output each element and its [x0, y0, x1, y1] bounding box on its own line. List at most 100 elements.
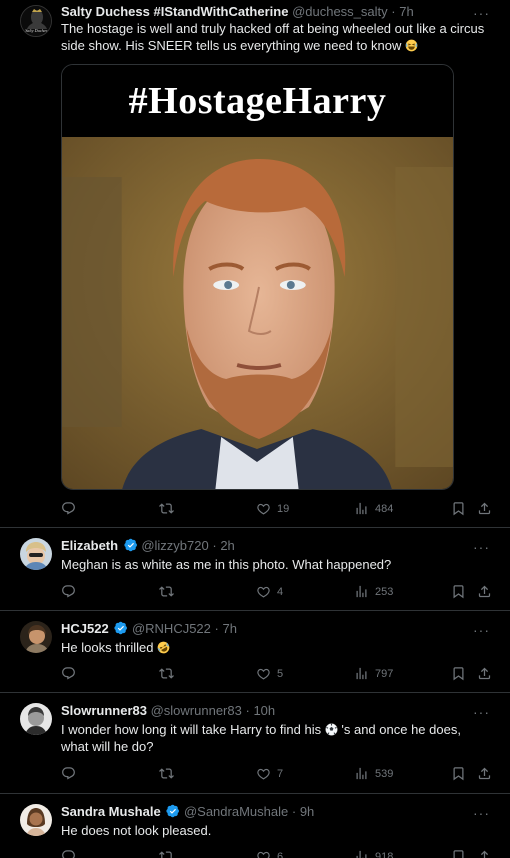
retweet-icon — [159, 501, 174, 516]
retweet-icon — [159, 584, 174, 599]
share-button[interactable] — [477, 501, 492, 516]
user-handle[interactable]: @SandraMushale — [184, 804, 288, 819]
view-count: 253 — [375, 585, 394, 598]
display-name[interactable]: Slowrunner83 — [61, 703, 147, 718]
separator-dot: · — [391, 4, 396, 19]
tweet-header: Sandra Mushale @SandraMushale · 9h — [61, 804, 470, 820]
media-banner: #HostageHarry — [62, 65, 453, 137]
verified-badge-icon — [114, 621, 128, 635]
bookmark-icon — [451, 766, 466, 781]
display-name[interactable]: Sandra Mushale — [61, 804, 161, 819]
more-icon[interactable]: ··· — [473, 6, 490, 20]
user-handle[interactable]: @RNHCJ522 — [132, 621, 211, 636]
reply-icon — [61, 766, 76, 781]
like-button[interactable]: 4 — [256, 584, 283, 599]
avatar-image — [20, 621, 52, 653]
timestamp[interactable]: 9h — [300, 804, 314, 819]
timestamp[interactable]: 7h — [399, 4, 413, 19]
avatar[interactable] — [20, 703, 52, 735]
share-button[interactable] — [477, 584, 492, 599]
reply-icon — [61, 501, 76, 516]
tweet-main[interactable]: Salty Duchess Salty Duchess #IStandWithC… — [0, 0, 510, 528]
like-button[interactable]: 5 — [256, 666, 283, 681]
view-count: 797 — [375, 667, 394, 680]
tweet-text: He does not look pleased. — [61, 823, 212, 838]
retweet-button[interactable] — [159, 501, 180, 516]
soccer-ball-emoji — [325, 723, 338, 736]
retweet-button[interactable] — [159, 584, 180, 599]
display-name[interactable]: Salty Duchess #IStandWithCatherine — [61, 4, 288, 19]
reply-tweet[interactable]: Sandra Mushale @SandraMushale · 9h ··· H… — [0, 794, 510, 858]
media-title: #HostageHarry — [128, 80, 387, 122]
views-button[interactable]: 484 — [354, 501, 393, 516]
bookmark-button[interactable] — [451, 849, 466, 858]
reply-button[interactable] — [61, 766, 82, 781]
more-icon[interactable]: ··· — [473, 806, 490, 820]
tweet-text: He looks thrilled — [61, 639, 490, 656]
retweet-icon — [159, 766, 174, 781]
reply-feed: Salty Duchess Salty Duchess #IStandWithC… — [0, 0, 510, 858]
retweet-button[interactable] — [159, 766, 180, 781]
views-button[interactable]: 539 — [354, 766, 393, 781]
timestamp[interactable]: 10h — [253, 703, 275, 718]
laughing-emoji — [405, 39, 418, 52]
user-handle[interactable]: @lizzyb720 — [141, 538, 208, 553]
bookmark-icon — [451, 849, 466, 858]
avatar[interactable] — [20, 621, 52, 653]
views-button[interactable]: 797 — [354, 666, 393, 681]
display-name[interactable]: Elizabeth — [61, 538, 118, 553]
reply-tweet[interactable]: Elizabeth @lizzyb720 · 2h ··· Meghan is … — [0, 528, 510, 611]
avatar[interactable] — [20, 804, 52, 836]
like-icon — [256, 849, 271, 858]
reply-button[interactable] — [61, 584, 82, 599]
bookmark-button[interactable] — [451, 766, 466, 781]
reply-button[interactable] — [61, 849, 82, 858]
more-icon[interactable]: ··· — [473, 705, 490, 719]
retweet-icon — [159, 849, 174, 858]
retweet-button[interactable] — [159, 666, 180, 681]
verified-badge-icon — [166, 804, 180, 818]
views-icon — [354, 501, 369, 516]
like-count: 7 — [277, 767, 284, 780]
avatar-image — [20, 538, 52, 570]
more-icon[interactable]: ··· — [473, 623, 490, 637]
like-count: 19 — [277, 502, 290, 515]
avatar[interactable] — [20, 538, 52, 570]
tweet-actions: 5 797 — [61, 666, 494, 684]
share-button[interactable] — [477, 849, 492, 858]
tweet-text: The hostage is well and truly hacked off… — [61, 20, 490, 54]
share-button[interactable] — [477, 666, 492, 681]
reply-button[interactable] — [61, 666, 82, 681]
like-count: 4 — [277, 585, 284, 598]
reply-tweet[interactable]: HCJ522 @RNHCJ522 · 7h ··· He looks thril… — [0, 611, 510, 693]
bookmark-icon — [451, 501, 466, 516]
reply-tweet[interactable]: Slowrunner83 @slowrunner83 · 10h ··· I w… — [0, 693, 510, 794]
avatar[interactable]: Salty Duchess — [20, 5, 52, 37]
more-icon[interactable]: ··· — [473, 540, 490, 554]
views-button[interactable]: 253 — [354, 584, 393, 599]
avatar-image: Salty Duchess — [21, 6, 51, 36]
share-button[interactable] — [477, 766, 492, 781]
views-icon — [354, 584, 369, 599]
retweet-button[interactable] — [159, 849, 180, 858]
view-count: 484 — [375, 502, 394, 515]
tweet-text: I wonder how long it will take Harry to … — [61, 721, 490, 755]
user-handle[interactable]: @duchess_salty — [292, 4, 388, 19]
bookmark-button[interactable] — [451, 584, 466, 599]
tweet-media-image[interactable]: #HostageHarry — [61, 64, 454, 490]
like-button[interactable]: 19 — [256, 501, 289, 516]
timestamp[interactable]: 7h — [223, 621, 237, 636]
display-name[interactable]: HCJ522 — [61, 621, 109, 636]
like-button[interactable]: 7 — [256, 766, 283, 781]
tweet-text: Meghan is as white as me in this photo. … — [61, 557, 392, 572]
bookmark-icon — [451, 666, 466, 681]
tweet-header: Elizabeth @lizzyb720 · 2h — [61, 538, 470, 554]
bookmark-button[interactable] — [451, 501, 466, 516]
user-handle[interactable]: @slowrunner83 — [151, 703, 242, 718]
like-button[interactable]: 6 — [256, 849, 283, 858]
reply-icon — [61, 849, 76, 858]
reply-button[interactable] — [61, 501, 82, 516]
timestamp[interactable]: 2h — [220, 538, 234, 553]
views-button[interactable]: 918 — [354, 849, 393, 858]
bookmark-button[interactable] — [451, 666, 466, 681]
